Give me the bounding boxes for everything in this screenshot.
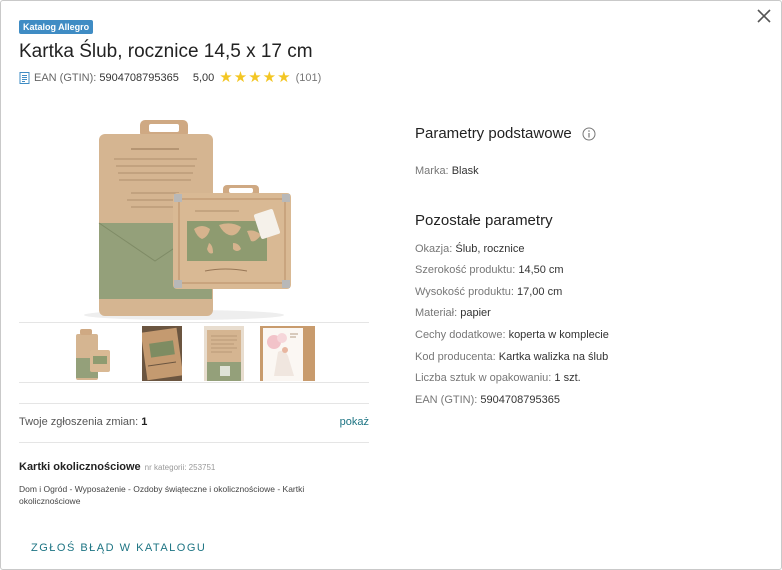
star-icon: ★ bbox=[248, 69, 262, 86]
param-row: Szerokość produktu: 14,50 cm bbox=[415, 260, 765, 282]
product-title: Kartka Ślub, rocznice 14,5 x 17 cm bbox=[19, 41, 313, 62]
param-row: Okazja: Ślub, rocznice bbox=[415, 239, 765, 261]
ean-value: 5904708795365 bbox=[99, 72, 179, 84]
rating-value: 5,00 bbox=[192, 72, 215, 84]
thumbnail-2[interactable] bbox=[142, 326, 182, 381]
star-icon: ★ bbox=[262, 69, 277, 86]
parameters-panel: Parametry podstawowe Marka: Blask Pozost… bbox=[415, 125, 765, 411]
param-value: 17,00 cm bbox=[517, 285, 563, 298]
param-row: Cechy dodatkowe: koperta w komplecie bbox=[415, 325, 765, 347]
param-value: Blask bbox=[451, 165, 479, 177]
param-row: EAN (GTIN): 5904708795365 bbox=[415, 390, 765, 412]
changes-divider-top bbox=[19, 403, 369, 404]
param-value: 5904708795365 bbox=[480, 393, 560, 406]
param-key: Okazja: bbox=[415, 242, 453, 255]
param-key: Materiał: bbox=[415, 307, 458, 320]
param-key: Szerokość produktu: bbox=[415, 264, 516, 277]
report-error-link[interactable]: ZGŁOŚ BŁĄD W KATALOGU bbox=[31, 542, 206, 554]
param-row: Materiał: papier bbox=[415, 303, 765, 325]
star-icon: ★ bbox=[233, 69, 248, 86]
param-value: 1 szt. bbox=[554, 372, 581, 385]
param-key: Marka: bbox=[415, 165, 449, 177]
category-name[interactable]: Kartki okolicznościowe bbox=[19, 461, 141, 473]
param-row: Liczba sztuk w opakowaniu: 1 szt. bbox=[415, 368, 765, 390]
param-key: Liczba sztuk w opakowaniu: bbox=[415, 372, 552, 385]
thumbnail-1[interactable] bbox=[72, 326, 112, 381]
param-value: Kartka walizka na ślub bbox=[498, 350, 609, 363]
ean-label: EAN (GTIN): bbox=[34, 72, 97, 84]
param-key: Kod producenta: bbox=[415, 350, 496, 363]
product-main-image[interactable] bbox=[19, 111, 369, 323]
rating-stars: ★ ★ ★ ★ ★ bbox=[219, 69, 291, 86]
change-requests-label: Twoje zgłoszenia zmian: bbox=[19, 416, 139, 428]
product-catalog-modal: Katalog Allegro Kartka Ślub, rocznice 14… bbox=[0, 0, 782, 570]
category-path[interactable]: Dom i Ogród - Wyposażenie - Ozdoby świąt… bbox=[19, 483, 339, 507]
thumbnail-4[interactable] bbox=[260, 326, 315, 381]
gallery-divider-top bbox=[19, 322, 369, 323]
basic-params-title: Parametry podstawowe bbox=[415, 125, 572, 142]
param-row: Kod producenta: Kartka walizka na ślub bbox=[415, 347, 765, 369]
close-icon[interactable] bbox=[755, 7, 773, 25]
product-meta: EAN (GTIN): 5904708795365 5,00 ★ ★ ★ ★ ★ (10… bbox=[19, 69, 322, 86]
param-key: Wysokość produktu: bbox=[415, 285, 514, 298]
gallery-divider-bottom bbox=[19, 382, 369, 383]
basic-params-heading: Parametry podstawowe bbox=[415, 125, 765, 142]
document-icon bbox=[19, 72, 30, 84]
info-icon[interactable] bbox=[582, 127, 596, 141]
star-icon: ★ bbox=[219, 69, 233, 86]
category-info: Kartki okolicznościowe nr kategorii: 2537… bbox=[19, 457, 369, 507]
param-row: Wysokość produktu: 17,00 cm bbox=[415, 282, 765, 304]
param-key: EAN (GTIN): bbox=[415, 393, 478, 406]
star-icon: ★ bbox=[277, 69, 291, 86]
changes-divider-bottom bbox=[19, 442, 369, 443]
param-value: Ślub, rocznice bbox=[455, 242, 525, 255]
other-params-list: Okazja: Ślub, rocznice Szerokość produktu… bbox=[415, 239, 765, 412]
basic-params-list: Marka: Blask bbox=[415, 161, 765, 183]
param-key: Cechy dodatkowe: bbox=[415, 328, 506, 341]
review-count: (101) bbox=[295, 72, 322, 84]
param-row: Marka: Blask bbox=[415, 161, 765, 183]
other-params-heading: Pozostałe parametry bbox=[415, 211, 553, 229]
param-value: koperta w komplecie bbox=[508, 328, 609, 341]
catalog-badge: Katalog Allegro bbox=[19, 20, 94, 34]
change-requests-count: 1 bbox=[141, 416, 148, 428]
category-id: nr kategorii: 253751 bbox=[144, 463, 216, 472]
change-requests: Twoje zgłoszenia zmian: 1 pokaż bbox=[19, 416, 369, 428]
thumbnail-strip bbox=[19, 324, 369, 382]
param-value: 14,50 cm bbox=[518, 264, 564, 277]
param-value: papier bbox=[460, 307, 491, 320]
thumbnail-3[interactable] bbox=[204, 326, 244, 381]
show-changes-link[interactable]: pokaż bbox=[340, 416, 369, 428]
